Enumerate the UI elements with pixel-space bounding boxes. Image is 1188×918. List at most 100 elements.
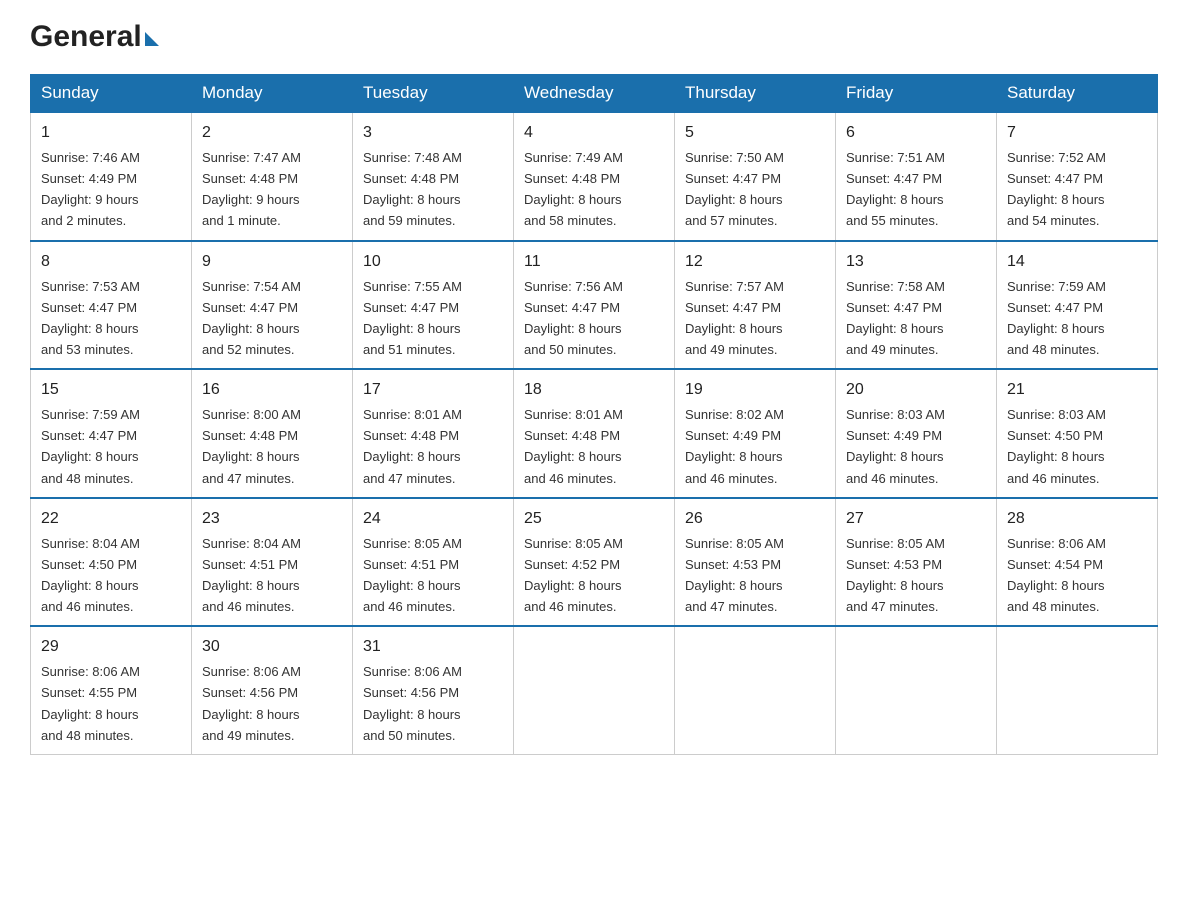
- day-number: 27: [846, 507, 986, 531]
- header-friday: Friday: [836, 75, 997, 113]
- calendar-cell: 26 Sunrise: 8:05 AMSunset: 4:53 PMDayligh…: [675, 498, 836, 627]
- calendar-cell: 11 Sunrise: 7:56 AMSunset: 4:47 PMDayligh…: [514, 241, 675, 370]
- day-info: Sunrise: 8:01 AMSunset: 4:48 PMDaylight:…: [363, 407, 462, 485]
- calendar-week-row: 22 Sunrise: 8:04 AMSunset: 4:50 PMDayligh…: [31, 498, 1158, 627]
- day-number: 21: [1007, 378, 1147, 402]
- day-info: Sunrise: 8:05 AMSunset: 4:53 PMDaylight:…: [685, 536, 784, 614]
- header-sunday: Sunday: [31, 75, 192, 113]
- calendar-cell: 21 Sunrise: 8:03 AMSunset: 4:50 PMDayligh…: [997, 369, 1158, 498]
- day-number: 26: [685, 507, 825, 531]
- day-info: Sunrise: 8:05 AMSunset: 4:53 PMDaylight:…: [846, 536, 945, 614]
- day-info: Sunrise: 8:06 AMSunset: 4:55 PMDaylight:…: [41, 664, 140, 742]
- header-thursday: Thursday: [675, 75, 836, 113]
- calendar-cell: 1 Sunrise: 7:46 AMSunset: 4:49 PMDaylight…: [31, 112, 192, 241]
- calendar-cell: 31Sunrise: 8:06 AMSunset: 4:56 PMDayligh…: [353, 626, 514, 754]
- day-info: Sunrise: 8:03 AMSunset: 4:49 PMDaylight:…: [846, 407, 945, 485]
- day-info: Sunrise: 7:47 AMSunset: 4:48 PMDaylight:…: [202, 150, 301, 228]
- day-info: Sunrise: 7:48 AMSunset: 4:48 PMDaylight:…: [363, 150, 462, 228]
- day-info: Sunrise: 7:51 AMSunset: 4:47 PMDaylight:…: [846, 150, 945, 228]
- calendar-week-row: 29 Sunrise: 8:06 AMSunset: 4:55 PMDayligh…: [31, 626, 1158, 754]
- logo-triangle-icon: [145, 32, 159, 46]
- day-number: 10: [363, 250, 503, 274]
- calendar-cell: 5Sunrise: 7:50 AMSunset: 4:47 PMDaylight…: [675, 112, 836, 241]
- header-wednesday: Wednesday: [514, 75, 675, 113]
- header-saturday: Saturday: [997, 75, 1158, 113]
- day-info: Sunrise: 8:01 AMSunset: 4:48 PMDaylight:…: [524, 407, 623, 485]
- day-number: 3: [363, 121, 503, 145]
- day-info: Sunrise: 7:58 AMSunset: 4:47 PMDaylight:…: [846, 279, 945, 357]
- day-number: 14: [1007, 250, 1147, 274]
- day-number: 1: [41, 121, 181, 145]
- calendar-cell: 24Sunrise: 8:05 AMSunset: 4:51 PMDayligh…: [353, 498, 514, 627]
- calendar-cell: 19 Sunrise: 8:02 AMSunset: 4:49 PMDayligh…: [675, 369, 836, 498]
- day-info: Sunrise: 8:03 AMSunset: 4:50 PMDaylight:…: [1007, 407, 1106, 485]
- day-number: 20: [846, 378, 986, 402]
- calendar-cell: 2 Sunrise: 7:47 AMSunset: 4:48 PMDaylight…: [192, 112, 353, 241]
- calendar-cell: 23Sunrise: 8:04 AMSunset: 4:51 PMDayligh…: [192, 498, 353, 627]
- day-number: 23: [202, 507, 342, 531]
- calendar-cell: 17 Sunrise: 8:01 AMSunset: 4:48 PMDayligh…: [353, 369, 514, 498]
- day-info: Sunrise: 7:59 AMSunset: 4:47 PMDaylight:…: [1007, 279, 1106, 357]
- day-number: 19: [685, 378, 825, 402]
- day-number: 9: [202, 250, 342, 274]
- day-info: Sunrise: 8:02 AMSunset: 4:49 PMDaylight:…: [685, 407, 784, 485]
- header-tuesday: Tuesday: [353, 75, 514, 113]
- day-number: 11: [524, 250, 664, 274]
- day-number: 7: [1007, 121, 1147, 145]
- day-info: Sunrise: 7:56 AMSunset: 4:47 PMDaylight:…: [524, 279, 623, 357]
- calendar-cell: 3 Sunrise: 7:48 AMSunset: 4:48 PMDaylight…: [353, 112, 514, 241]
- day-number: 29: [41, 635, 181, 659]
- day-number: 22: [41, 507, 181, 531]
- day-info: Sunrise: 7:50 AMSunset: 4:47 PMDaylight:…: [685, 150, 784, 228]
- calendar-cell: [675, 626, 836, 754]
- day-info: Sunrise: 7:46 AMSunset: 4:49 PMDaylight:…: [41, 150, 140, 228]
- calendar-cell: 9Sunrise: 7:54 AMSunset: 4:47 PMDaylight…: [192, 241, 353, 370]
- day-number: 13: [846, 250, 986, 274]
- day-number: 18: [524, 378, 664, 402]
- calendar-cell: 16Sunrise: 8:00 AMSunset: 4:48 PMDayligh…: [192, 369, 353, 498]
- calendar-cell: 30 Sunrise: 8:06 AMSunset: 4:56 PMDayligh…: [192, 626, 353, 754]
- day-number: 6: [846, 121, 986, 145]
- calendar-cell: 13 Sunrise: 7:58 AMSunset: 4:47 PMDayligh…: [836, 241, 997, 370]
- calendar-cell: 4 Sunrise: 7:49 AMSunset: 4:48 PMDaylight…: [514, 112, 675, 241]
- calendar-cell: 10 Sunrise: 7:55 AMSunset: 4:47 PMDayligh…: [353, 241, 514, 370]
- day-info: Sunrise: 7:57 AMSunset: 4:47 PMDaylight:…: [685, 279, 784, 357]
- calendar-cell: 27 Sunrise: 8:05 AMSunset: 4:53 PMDayligh…: [836, 498, 997, 627]
- day-number: 12: [685, 250, 825, 274]
- day-number: 4: [524, 121, 664, 145]
- day-number: 8: [41, 250, 181, 274]
- day-info: Sunrise: 8:04 AMSunset: 4:50 PMDaylight:…: [41, 536, 140, 614]
- calendar-week-row: 1 Sunrise: 7:46 AMSunset: 4:49 PMDaylight…: [31, 112, 1158, 241]
- calendar-week-row: 8 Sunrise: 7:53 AMSunset: 4:47 PMDaylight…: [31, 241, 1158, 370]
- day-number: 15: [41, 378, 181, 402]
- calendar-cell: 25 Sunrise: 8:05 AMSunset: 4:52 PMDayligh…: [514, 498, 675, 627]
- calendar-cell: 28 Sunrise: 8:06 AMSunset: 4:54 PMDayligh…: [997, 498, 1158, 627]
- calendar-cell: [997, 626, 1158, 754]
- day-info: Sunrise: 8:06 AMSunset: 4:56 PMDaylight:…: [202, 664, 301, 742]
- day-number: 17: [363, 378, 503, 402]
- day-info: Sunrise: 8:06 AMSunset: 4:54 PMDaylight:…: [1007, 536, 1106, 614]
- day-info: Sunrise: 7:55 AMSunset: 4:47 PMDaylight:…: [363, 279, 462, 357]
- calendar-cell: 29 Sunrise: 8:06 AMSunset: 4:55 PMDayligh…: [31, 626, 192, 754]
- day-info: Sunrise: 8:05 AMSunset: 4:52 PMDaylight:…: [524, 536, 623, 614]
- logo: General: [30, 20, 159, 54]
- calendar-cell: 6 Sunrise: 7:51 AMSunset: 4:47 PMDaylight…: [836, 112, 997, 241]
- calendar-cell: [836, 626, 997, 754]
- day-info: Sunrise: 7:53 AMSunset: 4:47 PMDaylight:…: [41, 279, 140, 357]
- calendar-table: SundayMondayTuesdayWednesdayThursdayFrid…: [30, 74, 1158, 755]
- calendar-cell: 18 Sunrise: 8:01 AMSunset: 4:48 PMDayligh…: [514, 369, 675, 498]
- day-number: 28: [1007, 507, 1147, 531]
- day-number: 30: [202, 635, 342, 659]
- calendar-cell: 7Sunrise: 7:52 AMSunset: 4:47 PMDaylight…: [997, 112, 1158, 241]
- calendar-cell: 8 Sunrise: 7:53 AMSunset: 4:47 PMDaylight…: [31, 241, 192, 370]
- day-number: 25: [524, 507, 664, 531]
- day-number: 2: [202, 121, 342, 145]
- day-number: 16: [202, 378, 342, 402]
- day-info: Sunrise: 7:59 AMSunset: 4:47 PMDaylight:…: [41, 407, 140, 485]
- day-number: 24: [363, 507, 503, 531]
- calendar-cell: [514, 626, 675, 754]
- calendar-week-row: 15 Sunrise: 7:59 AMSunset: 4:47 PMDayligh…: [31, 369, 1158, 498]
- calendar-cell: 12 Sunrise: 7:57 AMSunset: 4:47 PMDayligh…: [675, 241, 836, 370]
- calendar-cell: 14 Sunrise: 7:59 AMSunset: 4:47 PMDayligh…: [997, 241, 1158, 370]
- day-info: Sunrise: 7:49 AMSunset: 4:48 PMDaylight:…: [524, 150, 623, 228]
